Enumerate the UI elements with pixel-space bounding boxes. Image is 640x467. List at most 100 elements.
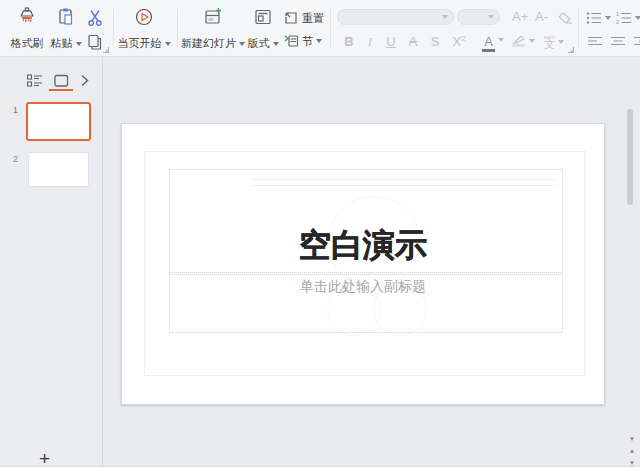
layout-label: 版式 — [248, 36, 279, 51]
font-dialog-launcher-icon[interactable] — [567, 46, 574, 53]
section-caret-icon — [316, 39, 322, 43]
eraser-icon — [556, 10, 574, 26]
text-shadow-icon: S — [431, 34, 440, 49]
cut-button[interactable] — [86, 9, 104, 27]
format-painter-label: 格式刷 — [11, 36, 44, 51]
slide-title-text[interactable]: 空白演示 — [122, 224, 604, 268]
previous-slide-button[interactable]: ▲ — [626, 447, 638, 455]
highlight-icon — [512, 34, 526, 44]
phonetic-icon: 文 — [544, 38, 555, 50]
outline-view-tab[interactable] — [27, 74, 42, 88]
layout-icon — [253, 7, 273, 27]
numbered-list-icon: 1 2 — [616, 11, 632, 25]
strikethrough-button[interactable]: A — [404, 34, 422, 49]
layout-button[interactable]: 版式 — [246, 7, 280, 51]
reset-label: 重置 — [302, 11, 324, 26]
slide-view-icon — [54, 74, 69, 88]
underline-icon: U — [386, 34, 395, 49]
play-icon — [134, 7, 154, 27]
cut-icon — [86, 9, 104, 27]
decrease-font-button[interactable]: A- — [535, 9, 548, 24]
inner-guide-line — [251, 179, 556, 180]
editing-canvas: 空白演示 单击此处输入副标题 ▼ ▲ ▼ — [104, 57, 640, 467]
reset-icon — [283, 10, 299, 26]
align-center-icon — [611, 36, 625, 48]
align-right-button[interactable] — [634, 36, 640, 48]
underline-button[interactable]: U — [382, 34, 400, 49]
inner-guide-line — [251, 185, 556, 186]
play-caret-icon — [165, 42, 171, 46]
bullet-list-button[interactable] — [586, 11, 611, 25]
italic-icon: I — [368, 34, 372, 49]
panel-tabs — [0, 73, 102, 95]
align-left-button[interactable] — [588, 36, 602, 48]
slide-panel: 1 2 + — [0, 57, 103, 467]
toolbar-separator — [330, 9, 331, 47]
new-slide-button[interactable]: 新建幻灯片 — [181, 7, 245, 51]
ribbon-toolbar: 格式刷 粘贴 — [0, 0, 640, 57]
add-slide-button[interactable]: + — [39, 449, 50, 467]
layout-caret-icon — [273, 42, 279, 46]
format-painter-button[interactable]: 格式刷 — [8, 7, 46, 51]
font-size-caret-icon — [488, 15, 494, 19]
scroll-up-button[interactable]: ▼ — [626, 435, 638, 443]
increase-font-button[interactable]: A+ — [512, 9, 528, 24]
format-painter-icon — [17, 7, 37, 27]
paste-label: 粘贴 — [51, 36, 82, 51]
slide-2-number: 2 — [13, 154, 18, 164]
slide-editing-area[interactable]: 空白演示 单击此处输入副标题 — [121, 123, 605, 405]
font-color-icon: A — [484, 34, 493, 49]
slide-2-thumbnail[interactable] — [28, 152, 89, 187]
paste-button[interactable]: 粘贴 — [48, 7, 84, 51]
play-from-current-button[interactable]: 当页开始 — [117, 7, 171, 51]
slide-view-tab-underline — [49, 89, 73, 91]
bullet-list-caret-icon — [605, 16, 611, 20]
panel-expand-chevron[interactable] — [80, 74, 89, 87]
superscript-icon: X — [452, 34, 461, 49]
new-slide-icon — [203, 7, 223, 27]
clear-format-button[interactable] — [556, 10, 574, 26]
increase-font-icon: A+ — [512, 9, 528, 24]
toolbar-separator — [578, 9, 579, 47]
slide-1-number: 1 — [13, 105, 18, 115]
chevron-right-icon — [80, 74, 89, 87]
font-name-combobox[interactable] — [337, 9, 454, 25]
slide-subtitle-text[interactable]: 单击此处输入副标题 — [122, 278, 604, 296]
svg-text:2: 2 — [616, 19, 619, 25]
numbered-list-caret-icon — [635, 16, 640, 20]
bold-icon: B — [344, 34, 353, 49]
numbered-list-button[interactable]: 1 2 — [616, 11, 640, 25]
toolbar-separator — [177, 9, 178, 47]
play-from-current-label: 当页开始 — [118, 36, 171, 51]
section-button[interactable]: 节 — [283, 33, 322, 49]
align-left-icon — [588, 36, 602, 48]
slide-1-thumbnail[interactable] — [26, 102, 91, 141]
font-name-caret-icon — [442, 15, 448, 19]
paste-caret-icon — [76, 42, 82, 46]
paste-icon — [56, 7, 76, 27]
decrease-font-icon: A- — [535, 9, 548, 24]
highlight-color-button[interactable] — [508, 34, 538, 50]
section-label: 节 — [302, 34, 322, 49]
vertical-scrollbar-thumb[interactable] — [627, 109, 633, 205]
outline-view-icon — [27, 74, 42, 88]
align-right-icon — [634, 36, 640, 48]
svg-text:1: 1 — [616, 11, 619, 17]
new-slide-caret-icon — [239, 42, 245, 46]
reset-button[interactable]: 重置 — [283, 10, 324, 26]
text-shadow-button[interactable]: S — [426, 34, 444, 49]
bullet-list-icon — [586, 11, 602, 25]
slide-view-tab[interactable] — [54, 74, 69, 88]
superscript-exp: 2 — [461, 34, 465, 43]
new-slide-label: 新建幻灯片 — [181, 36, 245, 51]
bold-button[interactable]: B — [340, 34, 358, 49]
strikethrough-icon: A — [409, 34, 418, 49]
clipboard-dialog-launcher-icon[interactable] — [102, 46, 109, 53]
font-size-combobox[interactable] — [457, 9, 500, 25]
phonetic-guide-button[interactable]: wén 文 — [540, 34, 568, 50]
align-center-button[interactable] — [611, 36, 625, 48]
italic-button[interactable]: I — [361, 34, 379, 50]
section-icon — [283, 33, 299, 49]
toolbar-separator — [113, 9, 114, 47]
font-color-button[interactable]: A — [478, 34, 508, 52]
